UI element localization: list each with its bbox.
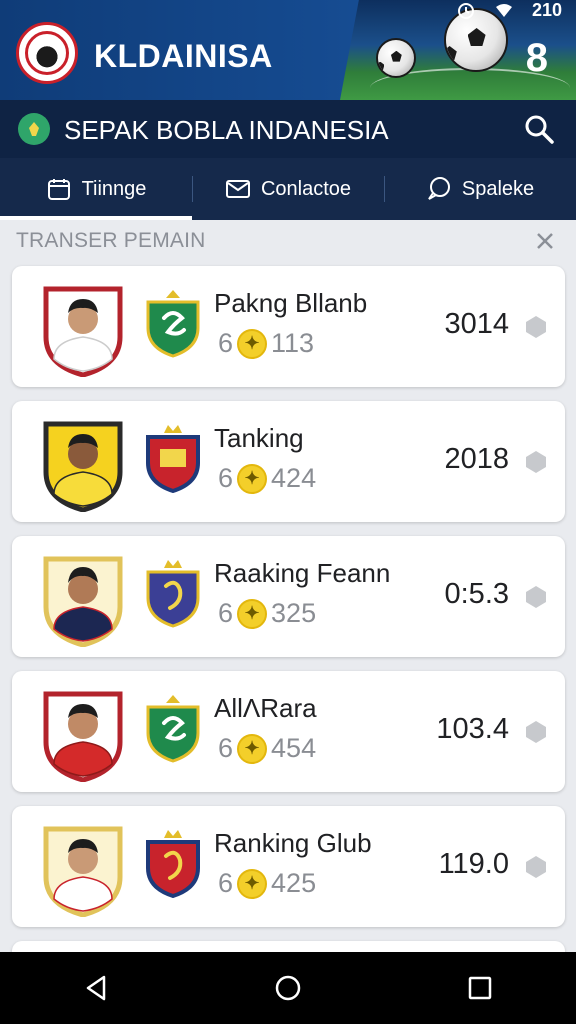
player-card[interactable]: Ranking Glub 6 ✦ 425 119.0 bbox=[12, 806, 565, 927]
player-avatar bbox=[43, 421, 123, 512]
app-title: KLDAINISA bbox=[94, 38, 273, 74]
player-stats: 6 ✦ 424 bbox=[218, 463, 316, 494]
player-points: 113 bbox=[271, 328, 315, 358]
player-value: 2018 bbox=[444, 443, 509, 475]
player-points: 424 bbox=[271, 463, 317, 493]
player-card[interactable]: AllΛRara 6 ✦ 454 103.4 bbox=[12, 671, 565, 792]
player-name: Tanking bbox=[214, 423, 304, 453]
coin-icon: ✦ bbox=[237, 463, 268, 494]
calendar-icon bbox=[47, 179, 70, 200]
player-points: 454 bbox=[271, 733, 317, 763]
app-header: KLDAINISA 210 8 bbox=[0, 0, 576, 100]
more-options-icon[interactable] bbox=[523, 314, 549, 340]
tab-spaleke[interactable]: Spaleke bbox=[384, 158, 576, 220]
player-stats: 6 ✦ 325 bbox=[218, 598, 316, 629]
player-rank: 6 bbox=[218, 733, 234, 763]
player-points: 325 bbox=[271, 598, 317, 628]
section-title: TRANSER PEMAIN bbox=[16, 229, 206, 252]
player-rank: 6 bbox=[218, 598, 234, 628]
coin-icon: ✦ bbox=[237, 328, 268, 359]
tab-tiinnge[interactable]: Tiinnge bbox=[0, 158, 192, 220]
more-options-icon[interactable] bbox=[523, 854, 549, 880]
league-icon bbox=[18, 113, 50, 145]
player-value: 103.4 bbox=[436, 713, 509, 745]
player-points: 425 bbox=[271, 868, 317, 898]
player-name: AllΛRara bbox=[214, 693, 317, 723]
chat-icon bbox=[428, 177, 450, 200]
more-options-icon[interactable] bbox=[523, 584, 549, 610]
player-stats: 6 ✦ 425 bbox=[218, 868, 316, 899]
back-icon bbox=[86, 975, 106, 1001]
player-avatar bbox=[43, 286, 123, 377]
coin-icon: ✦ bbox=[237, 868, 268, 899]
coin-icon: ✦ bbox=[237, 733, 268, 764]
player-card[interactable]: Pakng Bllanb 6 ✦ 113 3014 bbox=[12, 266, 565, 387]
system-nav-bar bbox=[0, 952, 576, 1024]
player-card[interactable]: Raaking Feann 6 ✦ 325 0:5.3 bbox=[12, 536, 565, 657]
more-options-icon[interactable] bbox=[523, 449, 549, 475]
mail-icon bbox=[225, 180, 250, 198]
search-bar: SEPAK BOBLA INDANESIA bbox=[0, 100, 576, 158]
recents-button[interactable] bbox=[460, 968, 500, 1008]
wifi-icon bbox=[495, 3, 512, 17]
club-crest-icon bbox=[146, 560, 200, 628]
app-logo bbox=[16, 22, 78, 84]
club-crest-icon bbox=[146, 830, 200, 898]
club-crest-icon bbox=[146, 425, 200, 493]
player-value: 3014 bbox=[444, 308, 509, 340]
club-crest-icon bbox=[146, 695, 200, 763]
close-icon[interactable] bbox=[534, 230, 556, 252]
status-bar: 210 bbox=[456, 0, 562, 21]
player-stats: 6 ✦ 113 bbox=[218, 328, 314, 359]
transfer-list: Pakng Bllanb 6 ✦ 113 3014 Tanking 6 ✦ 42… bbox=[12, 266, 565, 961]
player-stats: 6 ✦ 454 bbox=[218, 733, 316, 764]
league-title: SEPAK BOBLA INDANESIA bbox=[64, 115, 389, 145]
tab-label: Spaleke bbox=[461, 177, 535, 200]
search-icon[interactable] bbox=[522, 112, 556, 146]
player-value: 119.0 bbox=[438, 848, 509, 880]
recents-icon bbox=[468, 976, 492, 1000]
header-count[interactable]: 8 bbox=[526, 36, 548, 81]
player-rank: 6 bbox=[218, 463, 234, 493]
home-icon bbox=[275, 975, 301, 1001]
player-card[interactable]: Tanking 6 ✦ 424 2018 bbox=[12, 401, 565, 522]
player-name: Pakng Bllanb bbox=[214, 288, 368, 318]
home-button[interactable] bbox=[268, 968, 308, 1008]
player-avatar bbox=[43, 691, 123, 782]
more-options-icon[interactable] bbox=[523, 719, 549, 745]
club-crest-icon bbox=[146, 290, 200, 358]
tab-conlactoe[interactable]: Conlactoe bbox=[192, 158, 384, 220]
clock-icon bbox=[457, 2, 474, 19]
player-rank: 6 bbox=[218, 328, 234, 358]
player-avatar bbox=[43, 826, 123, 917]
player-value: 0:5.3 bbox=[444, 578, 510, 610]
player-name: Ranking Glub bbox=[214, 828, 372, 858]
coin-icon: ✦ bbox=[237, 598, 268, 629]
status-value: 210 bbox=[531, 0, 562, 20]
player-name: Raaking Feann bbox=[214, 558, 391, 588]
tab-label: Conlactoe bbox=[260, 177, 352, 200]
player-rank: 6 bbox=[218, 868, 234, 898]
back-button[interactable] bbox=[76, 968, 116, 1008]
tab-label: Tiinnge bbox=[81, 177, 147, 200]
football-icon bbox=[376, 38, 416, 78]
player-avatar bbox=[43, 556, 123, 647]
tab-bar: Tiinnge Conlactoe Spaleke bbox=[0, 158, 576, 220]
